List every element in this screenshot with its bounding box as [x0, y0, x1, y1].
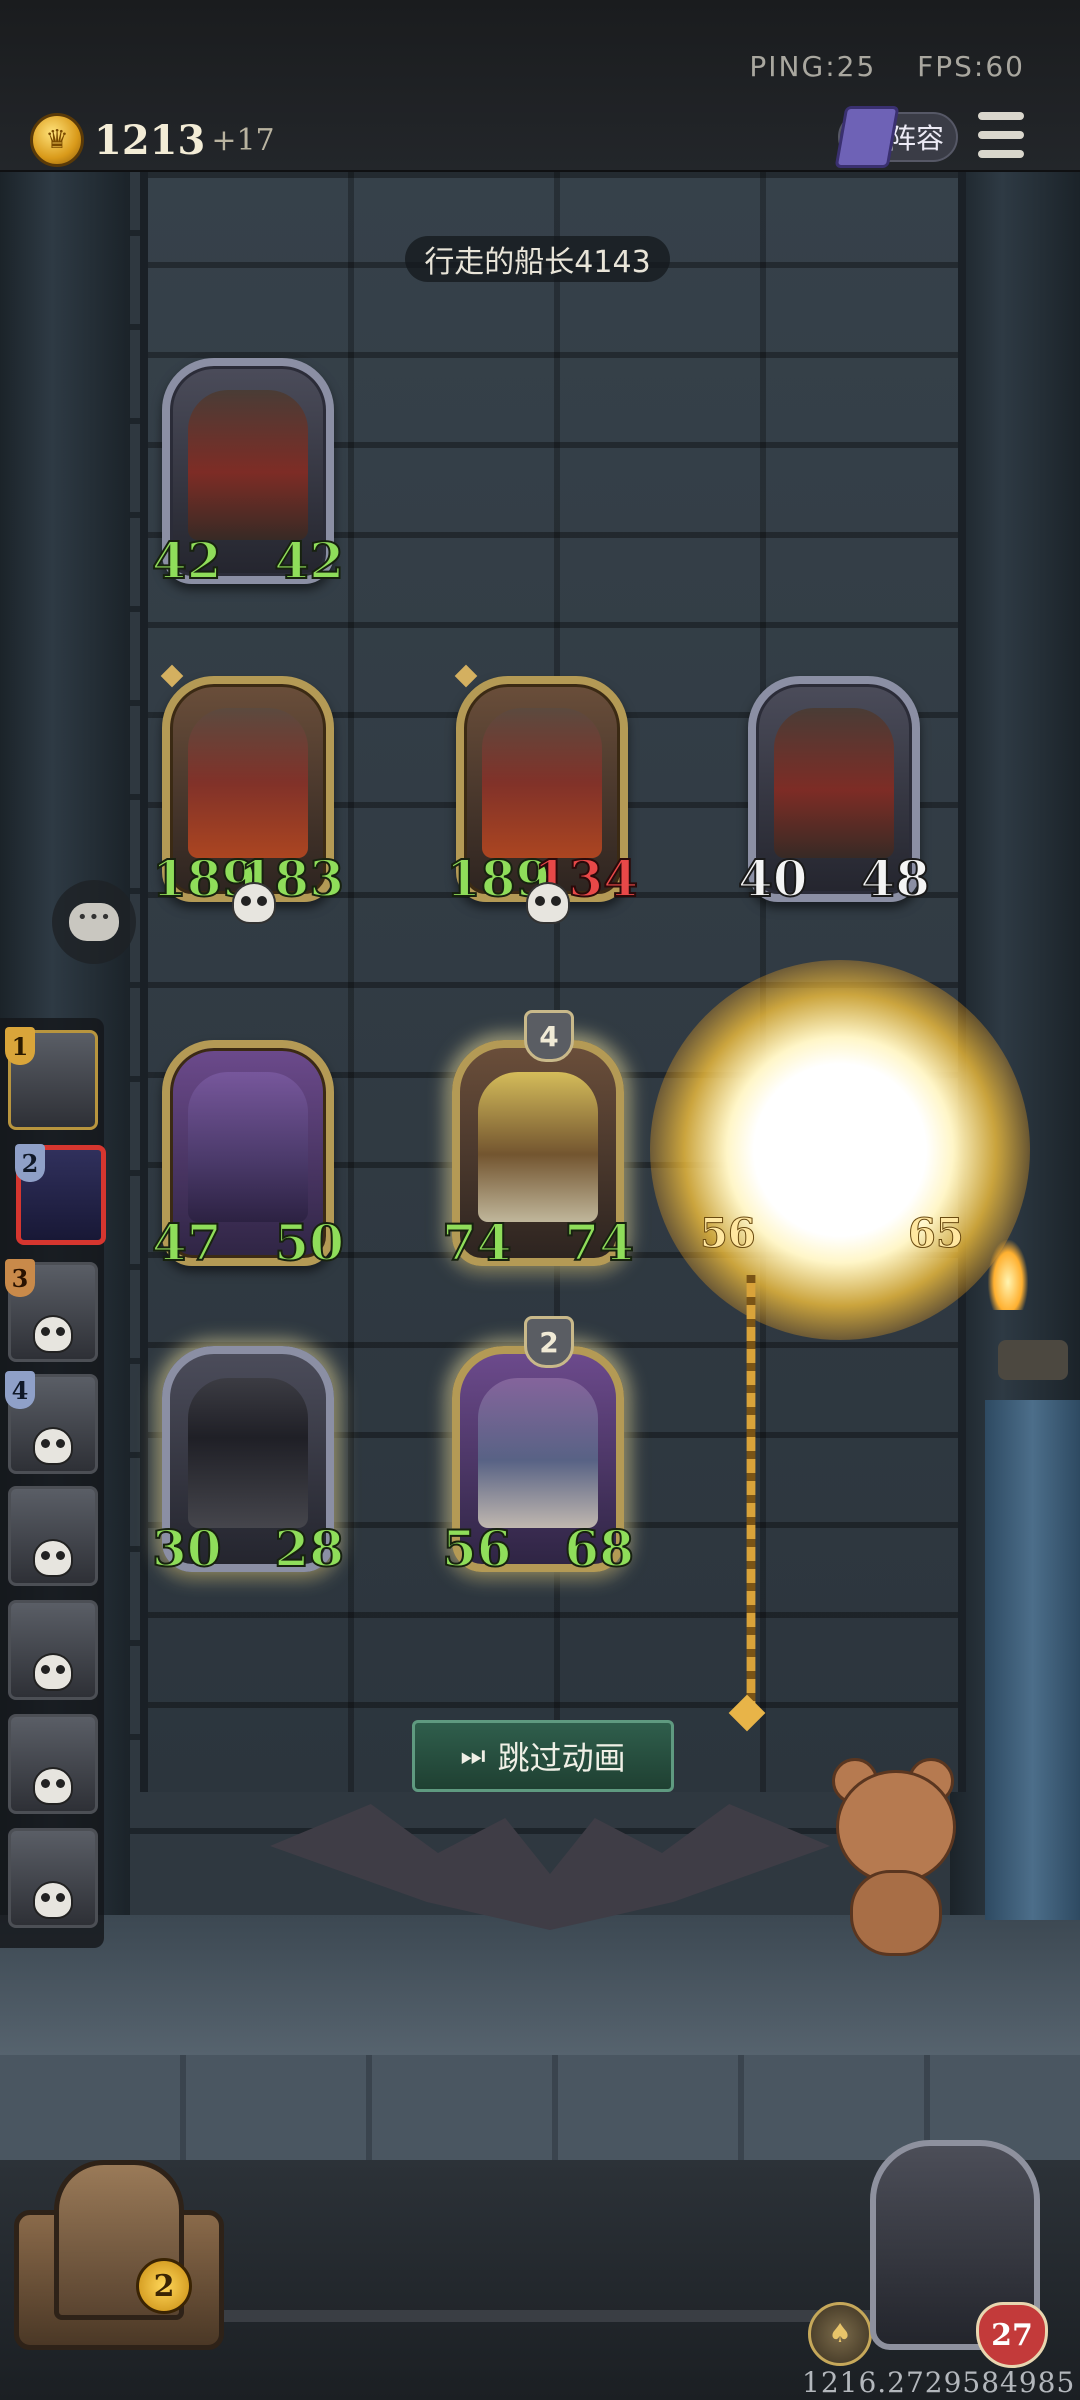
- health-value: 68: [563, 1518, 635, 1579]
- skull-icon: [232, 882, 276, 924]
- hero-portrait[interactable]: 27: [870, 2140, 1048, 2368]
- minion-art: [188, 1072, 308, 1222]
- attack-value: 56: [441, 1518, 513, 1579]
- attack-value: 40: [737, 848, 809, 909]
- skull-icon: [33, 1653, 73, 1691]
- hero-power-icon[interactable]: ♠: [808, 2302, 872, 2366]
- player-slot-6[interactable]: [8, 1600, 98, 1700]
- minion-art: [774, 708, 894, 858]
- tier-badge: 4: [524, 1010, 574, 1062]
- minion-art: [188, 1378, 308, 1528]
- health-value: 28: [273, 1518, 345, 1579]
- rank-badge: 1: [5, 1027, 35, 1065]
- rank-badge: 4: [5, 1371, 35, 1409]
- flashed-attack-value: 56: [700, 1210, 757, 1258]
- attack-value: 42: [151, 530, 223, 591]
- skull-icon: [33, 1767, 73, 1805]
- attack-value: 47: [151, 1212, 223, 1273]
- tier-badge: 2: [524, 1316, 574, 1368]
- attack-flash-effect: [650, 960, 1030, 1340]
- opponent-minion-3[interactable]: 189 134: [445, 664, 639, 924]
- bear-mascot: [818, 1758, 968, 1958]
- attack-value: 30: [151, 1518, 223, 1579]
- minion-art: [478, 1378, 598, 1528]
- torch-bracket: [998, 1340, 1068, 1380]
- opponent-name: 行走的船长4143: [405, 236, 670, 282]
- player-minion-2[interactable]: 4 74 74: [441, 1010, 635, 1273]
- seed-text: 1216.2729584985: [802, 2366, 1076, 2399]
- minion-art: [482, 708, 602, 858]
- health-value: 50: [273, 1212, 345, 1273]
- minion-art: [188, 708, 308, 858]
- tavern-level: 2: [136, 2258, 192, 2314]
- gold-display: ♛ 1213 +17: [30, 112, 275, 168]
- player-slot-3[interactable]: 3: [5, 1259, 98, 1362]
- rank-badge: 3: [5, 1259, 35, 1297]
- skull-icon: [33, 1427, 73, 1465]
- skip-animation-button[interactable]: ⏭ 跳过动画: [412, 1720, 674, 1792]
- attack-value: 74: [441, 1212, 513, 1273]
- skull-icon: [33, 1315, 73, 1353]
- board-track: [210, 2270, 884, 2322]
- skull-icon: [33, 1539, 73, 1577]
- opponent-minion-1[interactable]: 42 42: [151, 358, 345, 591]
- rank-badge: 2: [15, 1144, 45, 1182]
- ping-text: PING:25: [749, 50, 877, 83]
- health-value: 74: [563, 1212, 635, 1273]
- player-slot-8[interactable]: [8, 1828, 98, 1928]
- skull-icon: [526, 882, 570, 924]
- flashed-health-value: 65: [908, 1210, 965, 1258]
- player-slot-7[interactable]: [8, 1714, 98, 1814]
- gold-amount: 1213: [94, 116, 206, 164]
- skull-icon: [33, 1881, 73, 1919]
- skip-animation-label: 跳过动画: [497, 1739, 626, 1777]
- coin-icon: ♛: [30, 113, 84, 167]
- opponent-minion-2[interactable]: 189 183: [151, 664, 345, 924]
- chat-icon[interactable]: [52, 880, 136, 964]
- network-status: PING:25 FPS:60: [719, 50, 1025, 83]
- pipe: [985, 1400, 1080, 1920]
- fps-text: FPS:60: [917, 50, 1025, 83]
- minion-art: [188, 390, 308, 540]
- health-value: 42: [273, 530, 345, 591]
- health-value: 48: [859, 848, 931, 909]
- player-minion-5[interactable]: 2 56 68: [441, 1316, 635, 1579]
- tavern-chest[interactable]: 2: [14, 2150, 224, 2350]
- gold-income: +17: [211, 122, 275, 158]
- book-icon: [834, 106, 900, 168]
- skip-icon: ⏭: [460, 1739, 486, 1772]
- player-slot-2[interactable]: 2: [15, 1144, 106, 1245]
- heart-icon: 27: [976, 2302, 1048, 2368]
- player-slot-4[interactable]: 4: [5, 1371, 98, 1474]
- menu-icon[interactable]: [978, 112, 1024, 158]
- player-slot-5[interactable]: [8, 1486, 98, 1586]
- minion-art: [478, 1072, 598, 1222]
- player-slot-1[interactable]: 1: [5, 1027, 98, 1130]
- opponent-minion-4[interactable]: 40 48: [737, 676, 931, 909]
- player-minion-4[interactable]: 30 28: [151, 1346, 345, 1579]
- hero-health: 27: [991, 2317, 1033, 2353]
- player-minion-1[interactable]: 47 50: [151, 1040, 345, 1273]
